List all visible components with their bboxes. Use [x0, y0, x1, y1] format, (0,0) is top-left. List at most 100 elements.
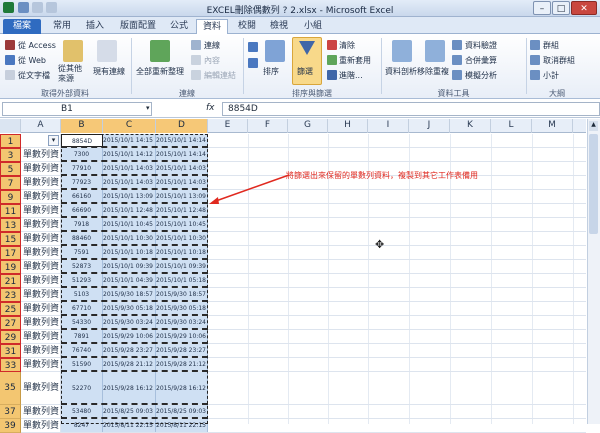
- scrollbar-thumb[interactable]: [589, 134, 598, 234]
- sort-za-icon[interactable]: [248, 58, 258, 68]
- row-header[interactable]: 29: [0, 330, 21, 344]
- sort-az-icon[interactable]: [248, 42, 258, 52]
- what-if-analysis-button[interactable]: 模擬分析: [465, 70, 497, 81]
- row-header[interactable]: 35: [0, 372, 21, 405]
- edit-links-button[interactable]: 編輯連結: [204, 70, 236, 81]
- data-validation-icon: [452, 40, 462, 50]
- column-header-f[interactable]: F: [248, 119, 288, 133]
- cell-a[interactable]: 單數列資: [21, 274, 61, 287]
- column-header-d[interactable]: D: [156, 119, 208, 133]
- row-header[interactable]: 11: [0, 204, 21, 218]
- row-header[interactable]: 13: [0, 218, 21, 232]
- cell-a[interactable]: 單數列資: [21, 190, 61, 203]
- row-header[interactable]: 7: [0, 176, 21, 190]
- cell-a[interactable]: 單數列資: [21, 344, 61, 357]
- tab-file[interactable]: 檔案: [3, 19, 41, 34]
- cell-a[interactable]: 單數列資: [21, 204, 61, 217]
- row-header[interactable]: 33: [0, 358, 21, 372]
- cell-a[interactable]: 單數列資: [21, 330, 61, 343]
- cell-a[interactable]: 單數列資: [21, 260, 61, 273]
- row-header[interactable]: 3: [0, 148, 21, 162]
- advanced-button[interactable]: 進階...: [339, 70, 363, 81]
- other-sources-button[interactable]: 從其他 來源: [58, 64, 82, 84]
- tab-review[interactable]: 校閱: [232, 19, 262, 34]
- column-header-b[interactable]: B: [61, 119, 103, 133]
- row-header[interactable]: 9: [0, 190, 21, 204]
- minimize-button[interactable]: –: [533, 1, 551, 15]
- from-text-button[interactable]: 從文字檔: [18, 70, 50, 81]
- row-header[interactable]: 5: [0, 162, 21, 176]
- cell-a[interactable]: 單數列資: [21, 176, 61, 189]
- name-box[interactable]: B1: [2, 102, 152, 116]
- cell-a[interactable]: 單數列資: [21, 372, 61, 404]
- properties-icon: [191, 55, 201, 65]
- tab-team[interactable]: 小組: [298, 19, 328, 34]
- fx-icon[interactable]: fx: [206, 103, 215, 113]
- column-header-c[interactable]: C: [103, 119, 156, 133]
- row-header[interactable]: 21: [0, 274, 21, 288]
- clear-button[interactable]: 清除: [339, 40, 355, 51]
- cell-a[interactable]: 單數列資: [21, 218, 61, 231]
- tab-data[interactable]: 資料: [196, 19, 228, 34]
- text-to-columns-button[interactable]: 資料剖析: [385, 66, 417, 77]
- cell-a[interactable]: 單數列資: [21, 302, 61, 315]
- group-button[interactable]: 群組: [543, 40, 559, 51]
- ungroup-button[interactable]: 取消群組: [543, 55, 575, 66]
- from-web-button[interactable]: 從 Web: [18, 55, 46, 66]
- row-header[interactable]: 31: [0, 344, 21, 358]
- cell-a[interactable]: 單數列資: [21, 316, 61, 329]
- reapply-button[interactable]: 重新套用: [339, 55, 371, 66]
- maximize-button[interactable]: □: [552, 1, 570, 15]
- row-header[interactable]: 1: [0, 134, 21, 148]
- refresh-all-button[interactable]: 全部重新整理: [136, 66, 184, 77]
- row-header[interactable]: 19: [0, 260, 21, 274]
- existing-connections-button[interactable]: 現有連線: [93, 66, 125, 77]
- tab-formulas[interactable]: 公式: [164, 19, 194, 34]
- close-button[interactable]: ✕: [571, 1, 597, 15]
- column-header-e[interactable]: E: [208, 119, 248, 133]
- consolidate-button[interactable]: 合併彙算: [465, 55, 497, 66]
- row-header[interactable]: 17: [0, 246, 21, 260]
- group-divider: [243, 38, 244, 94]
- ungroup-icon: [530, 55, 540, 65]
- column-header-k[interactable]: K: [450, 119, 491, 133]
- filter-dropdown-icon[interactable]: ▾: [48, 135, 59, 146]
- remove-duplicates-button[interactable]: 移除重複: [417, 66, 449, 77]
- column-header-l[interactable]: L: [491, 119, 532, 133]
- tab-page-layout[interactable]: 版面配置: [114, 19, 162, 34]
- cell-a[interactable]: 單數列資: [21, 288, 61, 301]
- cell-a[interactable]: 單數列資: [21, 246, 61, 259]
- column-header-j[interactable]: J: [409, 119, 450, 133]
- row-header[interactable]: 15: [0, 232, 21, 246]
- column-header-a[interactable]: A: [21, 119, 61, 133]
- sort-button[interactable]: 排序: [263, 66, 279, 77]
- row-header[interactable]: 39: [0, 419, 21, 433]
- row-header[interactable]: 23: [0, 288, 21, 302]
- properties-button[interactable]: 內容: [204, 55, 220, 66]
- row-header[interactable]: 27: [0, 316, 21, 330]
- cell-a[interactable]: 單數列資: [21, 232, 61, 245]
- cell-a[interactable]: 單數列資: [21, 148, 61, 161]
- chevron-down-icon[interactable]: ▾: [146, 104, 150, 112]
- column-header-i[interactable]: I: [368, 119, 409, 133]
- cell-a[interactable]: 單數列資: [21, 162, 61, 175]
- from-access-button[interactable]: 從 Access: [18, 40, 56, 51]
- cell-a[interactable]: 單數列資: [21, 358, 61, 371]
- group-label-external: 取得外部資料: [41, 89, 89, 98]
- tab-home[interactable]: 常用: [47, 19, 77, 34]
- formula-input[interactable]: 8854D: [222, 102, 600, 116]
- row-header[interactable]: 25: [0, 302, 21, 316]
- tab-view[interactable]: 檢視: [264, 19, 294, 34]
- row-header[interactable]: 37: [0, 405, 21, 419]
- scroll-up-icon[interactable]: ▲: [589, 121, 598, 131]
- data-validation-button[interactable]: 資料驗證: [465, 40, 497, 51]
- column-header-m[interactable]: M: [532, 119, 573, 133]
- tab-insert[interactable]: 插入: [80, 19, 110, 34]
- column-header-h[interactable]: H: [328, 119, 368, 133]
- cell-a[interactable]: 單數列資: [21, 419, 61, 432]
- select-all-corner[interactable]: [0, 119, 21, 133]
- column-header-g[interactable]: G: [288, 119, 328, 133]
- connections-button[interactable]: 連線: [204, 40, 220, 51]
- subtotal-button[interactable]: 小計: [543, 70, 559, 81]
- cell-a[interactable]: 單數列資: [21, 405, 61, 418]
